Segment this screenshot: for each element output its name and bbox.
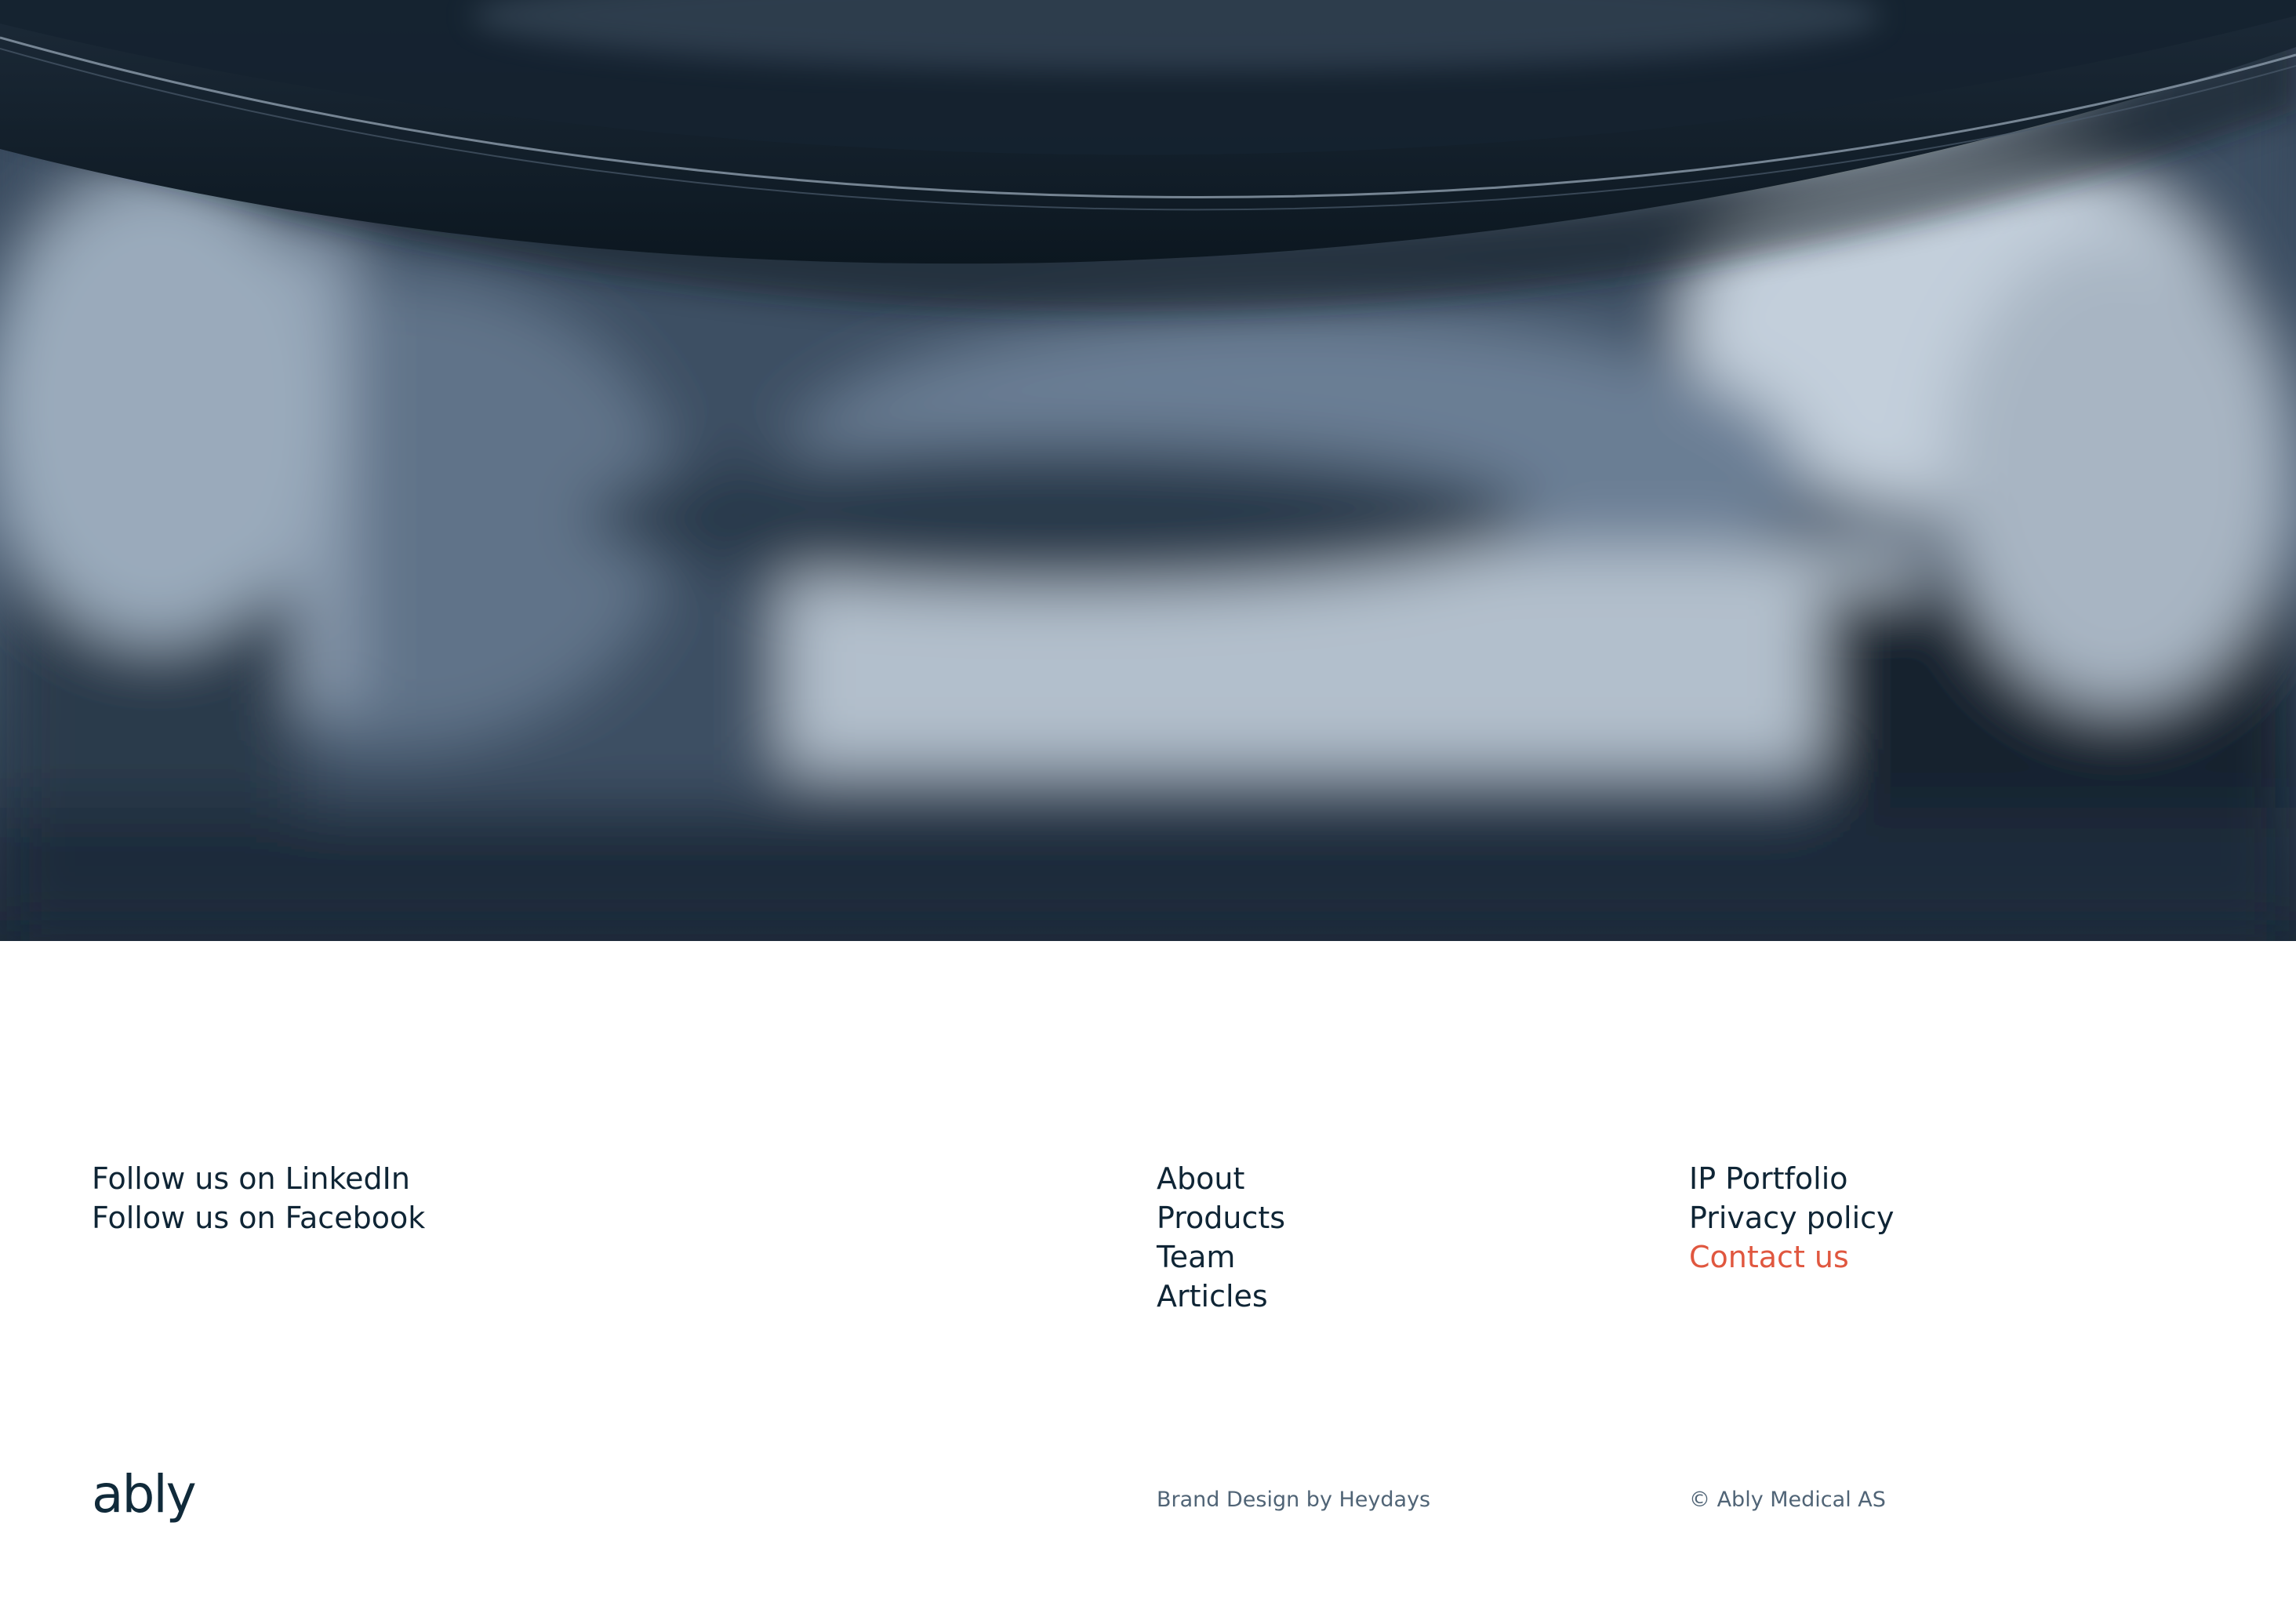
hero-image <box>0 0 2296 941</box>
legal-links: IP Portfolio Privacy policy Contact us <box>1689 1159 1895 1277</box>
ip-portfolio-link[interactable]: IP Portfolio <box>1689 1159 1895 1198</box>
nav-link-products[interactable]: Products <box>1157 1198 1285 1237</box>
ably-logo[interactable]: ably <box>92 1463 197 1526</box>
copyright-notice: © Ably Medical AS <box>1689 1488 1886 1512</box>
nav-link-about[interactable]: About <box>1157 1159 1285 1198</box>
brand-design-credit[interactable]: Brand Design by Heydays <box>1157 1486 1430 1514</box>
contact-us-link[interactable]: Contact us <box>1689 1237 1895 1277</box>
social-links: Follow us on LinkedIn Follow us on Faceb… <box>92 1159 425 1237</box>
nav-link-articles[interactable]: Articles <box>1157 1277 1285 1316</box>
linkedin-link[interactable]: Follow us on LinkedIn <box>92 1159 425 1198</box>
hero-photo-illustration <box>0 0 2296 941</box>
footer-nav: About Products Team Articles <box>1157 1159 1285 1316</box>
page: Follow us on LinkedIn Follow us on Faceb… <box>0 0 2296 1606</box>
site-footer: Follow us on LinkedIn Follow us on Faceb… <box>0 941 2296 1606</box>
privacy-policy-link[interactable]: Privacy policy <box>1689 1198 1895 1237</box>
nav-link-team[interactable]: Team <box>1157 1237 1285 1277</box>
facebook-link[interactable]: Follow us on Facebook <box>92 1198 425 1237</box>
